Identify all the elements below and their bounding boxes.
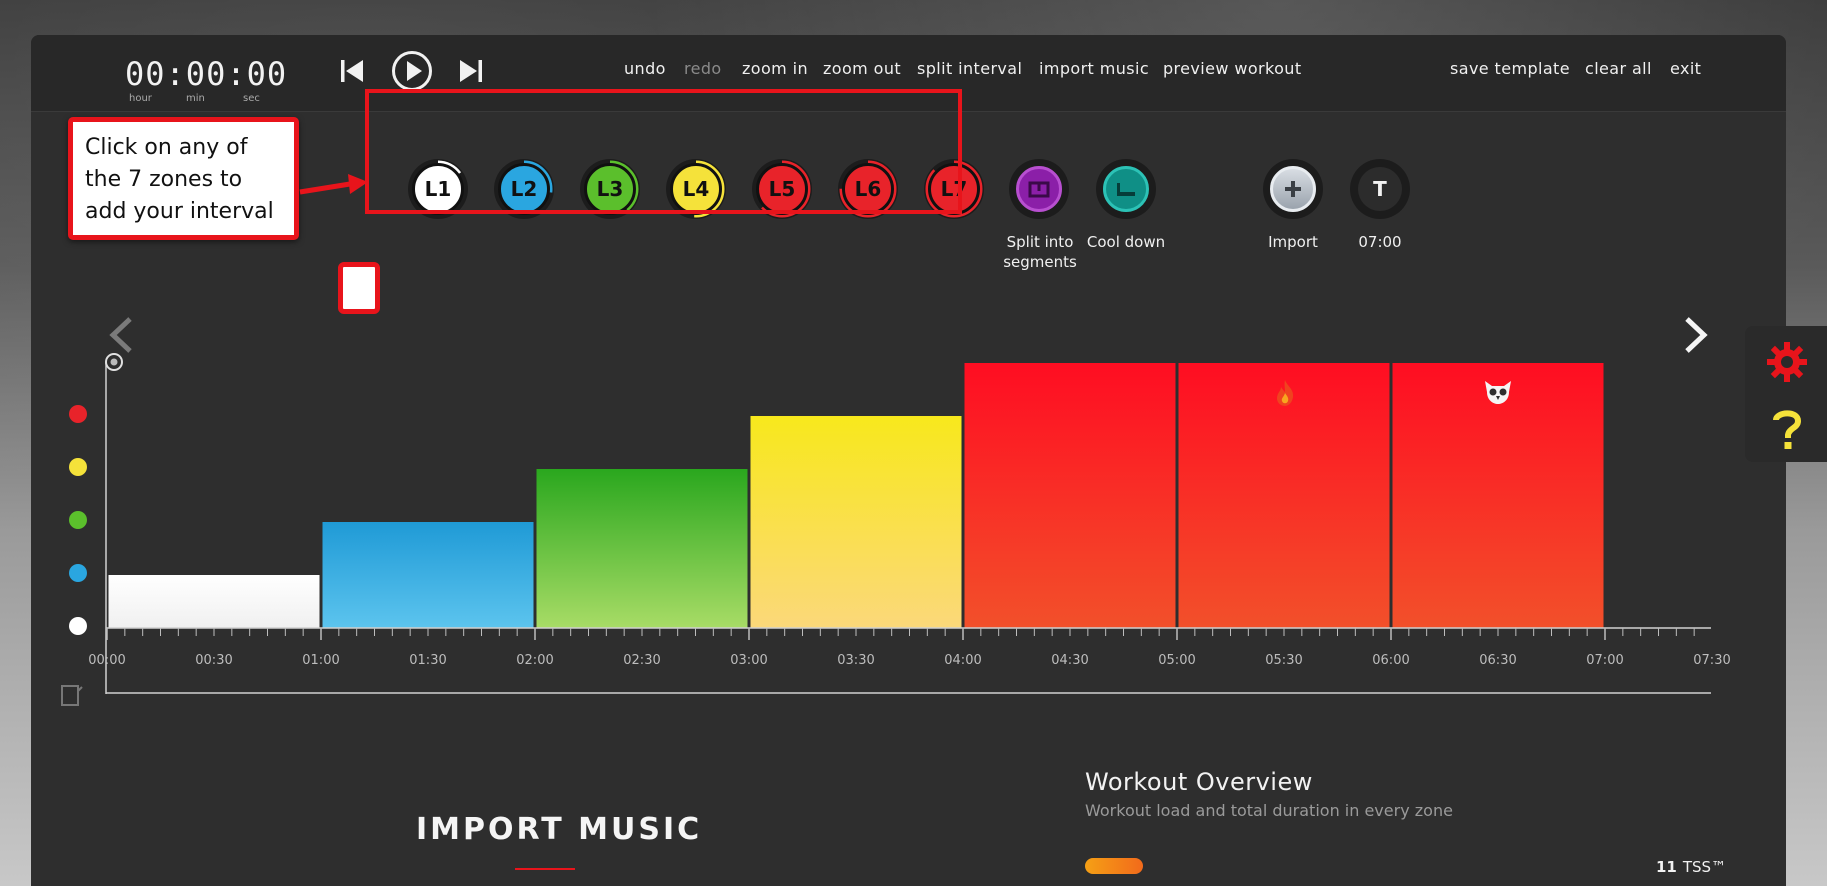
import-caption: Import [1268,233,1318,251]
tss-bar [1085,858,1143,874]
tss-readout: 11 TSS™ [1656,858,1726,876]
split-segments-caption: Split into segments [1000,232,1080,272]
zone-level-dot [69,617,87,635]
workout-overview-title: Workout Overview [1085,768,1313,796]
timer-value: 00:00:00 [125,55,288,93]
gear-icon[interactable] [1765,340,1809,384]
interval-bar-1[interactable] [108,575,320,628]
tss-label: TSS™ [1682,858,1727,876]
plus-icon [1270,166,1316,212]
interval-bar-2[interactable] [322,522,534,628]
split-segments-icon [1016,166,1062,212]
zoom-out-button[interactable]: zoom out [823,59,901,78]
timer-hour-label: hour [129,93,152,104]
cool-down-button[interactable] [1096,159,1156,219]
zone-level-dot [69,458,87,476]
zones-highlight-box [365,89,962,214]
skip-back-icon [341,60,363,82]
callout-arrow-icon [299,174,368,195]
interval-bar-4[interactable] [750,416,962,628]
split-caption-line1: Split into [1006,233,1074,251]
side-panel [1745,326,1827,462]
timeline-position-marker[interactable] [338,262,380,314]
save-template-button[interactable]: save template [1450,59,1570,78]
owl-icon [1485,381,1511,404]
play-button[interactable] [389,51,435,91]
cool-down-caption: Cool down [1086,233,1166,251]
timeline-start-handle-icon[interactable] [104,352,124,372]
play-icon [392,51,432,91]
cool-down-icon [1103,166,1149,212]
skip-forward-button[interactable] [453,51,489,91]
zone-level-dot [69,564,87,582]
timer-sec-label: sec [243,93,260,104]
split-interval-button[interactable]: split interval [917,59,1022,78]
fire-icon [1277,380,1294,406]
scroll-left-icon[interactable] [108,316,134,354]
preview-workout-button[interactable]: preview workout [1163,59,1302,78]
exit-button[interactable]: exit [1670,59,1701,78]
workout-overview-subtitle: Workout load and total duration in every… [1085,801,1453,820]
skip-back-button[interactable] [334,51,370,91]
interval-bar-3[interactable] [536,469,748,628]
zoom-in-button[interactable]: zoom in [742,59,808,78]
redo-button[interactable]: redo [684,59,722,78]
import-button[interactable] [1263,159,1323,219]
workout-timer: 00:00:00 hour min sec [125,55,288,104]
import-music-button[interactable]: import music [1039,59,1149,78]
import-music-underline [515,868,575,870]
text-t-icon: T [1358,167,1402,211]
interval-bar-5[interactable] [964,363,1176,628]
timer-min-label: min [186,93,205,104]
tss-value: 11 [1656,858,1677,876]
clear-all-button[interactable]: clear all [1585,59,1652,78]
zone-level-dot [69,405,87,423]
undo-button[interactable]: undo [624,59,666,78]
scroll-right-icon[interactable] [1683,316,1709,354]
split-caption-line2: segments [1003,253,1077,271]
help-icon[interactable] [1771,408,1803,450]
import-music-title: IMPORT MUSIC [416,812,703,847]
skip-forward-icon [460,60,482,82]
notes-icon[interactable] [60,683,84,707]
split-segments-button[interactable] [1009,159,1069,219]
zone-level-dot [69,511,87,529]
text-note-button[interactable]: T [1350,159,1410,219]
text-time-caption: 07:00 [1358,233,1402,251]
callout-text: Click on any of the 7 zones to add your … [85,135,274,224]
tutorial-callout: Click on any of the 7 zones to add your … [68,117,299,240]
